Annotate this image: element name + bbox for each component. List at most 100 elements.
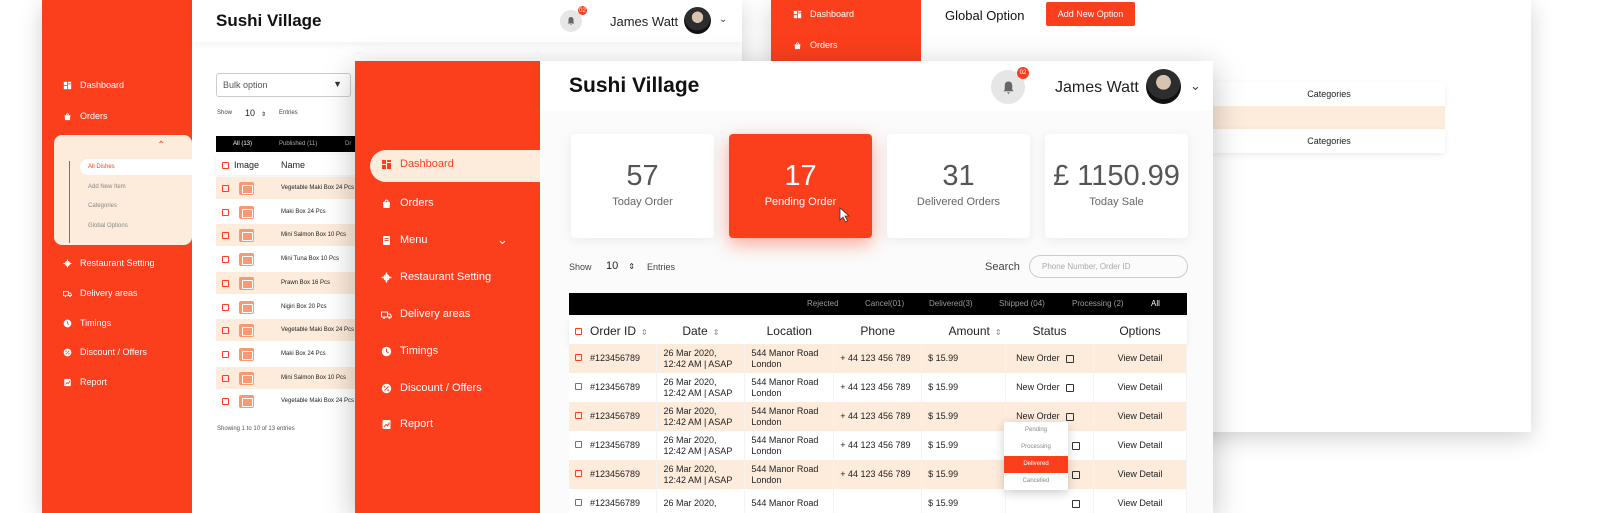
table-row[interactable]: #123456789 26 Mar 2020, 544 Manor Road $… <box>569 489 1187 513</box>
edit-icon[interactable] <box>1072 499 1081 508</box>
dish-filter-tab[interactable]: Published (11) <box>279 141 317 147</box>
sidebar-item-delivery-areas[interactable]: Delivery areas <box>63 288 138 298</box>
sort-icon[interactable]: ⇕ <box>641 328 648 337</box>
status-tab-delivered-3[interactable]: Delivered(3) <box>929 299 973 308</box>
edit-icon[interactable] <box>1065 354 1074 363</box>
sidebar-item-orders[interactable]: Orders <box>793 40 838 50</box>
sort-icon[interactable]: ⇕ <box>995 328 1002 337</box>
select-all-checkbox[interactable] <box>575 327 582 335</box>
dish-row[interactable]: Mini Salmon Box 10 Pcs <box>216 366 356 389</box>
left-entries-select[interactable]: 10 ⇕ <box>245 108 266 118</box>
row-checkbox[interactable] <box>222 398 229 406</box>
table-row[interactable]: #123456789 26 Mar 2020, 12:42 AM | ASAP 5… <box>569 373 1187 402</box>
chevron-down-icon[interactable]: ⌄ <box>1190 78 1201 94</box>
stat-card-today-order[interactable]: 57 Today Order <box>571 134 714 238</box>
row-checkbox[interactable] <box>575 412 582 420</box>
row-checkbox[interactable] <box>575 470 582 478</box>
sidebar-item-orders[interactable]: Orders <box>381 197 434 209</box>
submenu-item-categories[interactable]: Categories <box>88 198 188 214</box>
row-checkbox[interactable] <box>222 279 229 287</box>
view-detail-link[interactable]: View Detail <box>1093 373 1187 402</box>
sidebar-item-report[interactable]: Report <box>381 418 433 430</box>
status-option-processing[interactable]: Processing <box>1004 439 1068 456</box>
sidebar-item-report[interactable]: Report <box>63 377 107 387</box>
status-cell[interactable] <box>1005 489 1095 513</box>
status-cell[interactable]: New Order <box>1005 344 1095 373</box>
row-checkbox[interactable] <box>222 185 229 192</box>
view-detail-link[interactable]: View Detail <box>1093 431 1187 460</box>
sidebar-item-discount-offers[interactable]: Discount / Offers <box>63 347 147 357</box>
row-checkbox[interactable] <box>575 383 582 391</box>
dish-row[interactable]: Vegetable Maki Box 24 Pcs <box>216 177 356 199</box>
date-column-header[interactable]: Date ⇕ <box>656 317 745 344</box>
menu-chevron-down-icon[interactable]: ⌄ <box>497 232 508 248</box>
dish-filter-tab[interactable]: Dr <box>345 141 351 147</box>
search-input[interactable]: Phone Number, Order ID <box>1029 255 1188 278</box>
row-checkbox[interactable] <box>222 350 229 358</box>
chevron-down-icon[interactable]: ⌄ <box>719 14 727 25</box>
sidebar-item-orders[interactable]: Orders <box>63 111 108 121</box>
view-detail-link[interactable]: View Detail <box>1093 344 1187 373</box>
dish-row[interactable]: Mini Tuna Box 10 Pcs <box>216 248 356 271</box>
sidebar-item-timings[interactable]: Timings <box>63 318 111 328</box>
dish-filter-tab[interactable]: All (13) <box>233 141 252 147</box>
edit-icon[interactable] <box>1065 383 1074 392</box>
sidebar-item-dashboard[interactable]: Dashboard <box>793 9 854 19</box>
submenu-item-add-new-item[interactable]: Add New Item <box>88 179 188 195</box>
status-cell[interactable]: New Order <box>1005 373 1095 402</box>
edit-icon[interactable] <box>1072 470 1081 479</box>
submenu-item-all-dishes[interactable]: All Dishes <box>80 159 192 175</box>
status-option-delivered[interactable]: Delivered <box>1004 456 1068 473</box>
stat-card-delivered-orders[interactable]: 31 Delivered Orders <box>887 134 1030 238</box>
dish-row[interactable]: Nigiri Box 20 Pcs <box>216 295 356 318</box>
avatar[interactable] <box>684 7 711 34</box>
row-checkbox[interactable] <box>575 441 582 449</box>
table-row[interactable]: #123456789 26 Mar 2020, 12:42 AM | ASAP 5… <box>569 460 1187 489</box>
select-all-checkbox[interactable] <box>222 162 229 169</box>
sidebar-item-dashboard[interactable]: Dashboard <box>381 158 454 170</box>
table-row[interactable]: #123456789 26 Mar 2020, 12:42 AM | ASAP 5… <box>569 402 1187 431</box>
status-option-pending[interactable]: Pending <box>1004 422 1068 439</box>
view-detail-link[interactable]: View Detail <box>1093 489 1187 513</box>
dish-row[interactable]: Prawn Box 16 Pcs <box>216 271 356 294</box>
row-checkbox[interactable] <box>575 354 582 362</box>
dish-row[interactable]: Mini Salmon Box 10 Pcs <box>216 224 356 247</box>
row-checkbox[interactable] <box>222 256 229 264</box>
order-id-column-header[interactable]: Order ID ⇕ <box>569 317 657 344</box>
amount-column-header[interactable]: Amount ⇕ <box>921 317 1006 344</box>
status-tab-shipped-04[interactable]: Shipped (04) <box>999 299 1045 308</box>
dish-row[interactable]: Maki Box 24 Pcs <box>216 342 356 365</box>
sidebar-item-restaurant-setting[interactable]: Restaurant Setting <box>381 271 491 283</box>
edit-icon[interactable] <box>1072 441 1081 450</box>
sidebar-item-delivery-areas[interactable]: Delivery areas <box>381 308 470 320</box>
avatar[interactable] <box>1146 69 1181 104</box>
stat-card-today-sale[interactable]: £ 1150.99 Today Sale <box>1045 134 1188 238</box>
status-tab-all[interactable]: All <box>1151 299 1160 308</box>
row-checkbox[interactable] <box>222 232 229 240</box>
edit-icon[interactable] <box>1065 412 1074 421</box>
row-checkbox[interactable] <box>222 303 229 311</box>
sidebar-item-menu[interactable]: Menu <box>381 234 428 246</box>
dish-row[interactable]: Vegetable Maki Box 24 Pcs <box>216 319 356 342</box>
submenu-item-global-options[interactable]: Global Options <box>88 218 188 234</box>
sidebar-item-timings[interactable]: Timings <box>381 345 438 357</box>
row-checkbox[interactable] <box>222 208 229 216</box>
view-detail-link[interactable]: View Detail <box>1093 402 1187 431</box>
sidebar-item-discount-offers[interactable]: Discount / Offers <box>381 382 482 394</box>
dish-row[interactable]: Maki Box 24 Pcs <box>216 200 356 223</box>
menu-chevron-up-icon[interactable]: ⌃ <box>157 140 165 151</box>
sidebar-item-restaurant-setting[interactable]: Restaurant Setting <box>63 258 155 268</box>
sort-icon[interactable]: ⇕ <box>713 328 720 337</box>
add-new-option-button[interactable]: Add New Option <box>1046 2 1135 26</box>
view-detail-link[interactable]: View Detail <box>1093 460 1187 489</box>
row-checkbox[interactable] <box>222 374 229 382</box>
status-tab-processing-2[interactable]: Processing (2) <box>1072 299 1124 308</box>
table-row[interactable]: #123456789 26 Mar 2020, 12:42 AM | ASAP 5… <box>569 431 1187 460</box>
dish-row[interactable]: Vegetable Maki Box 24 Pcs <box>216 390 356 413</box>
table-row[interactable]: #123456789 26 Mar 2020, 12:42 AM | ASAP 5… <box>569 344 1187 373</box>
row-checkbox[interactable] <box>222 327 229 335</box>
sidebar-item-dashboard[interactable]: Dashboard <box>63 80 124 90</box>
bulk-option-select[interactable]: Bulk option ▼ <box>216 73 351 97</box>
status-tab-cancel-01[interactable]: Cancel(01) <box>865 299 904 308</box>
row-checkbox[interactable] <box>575 499 582 507</box>
